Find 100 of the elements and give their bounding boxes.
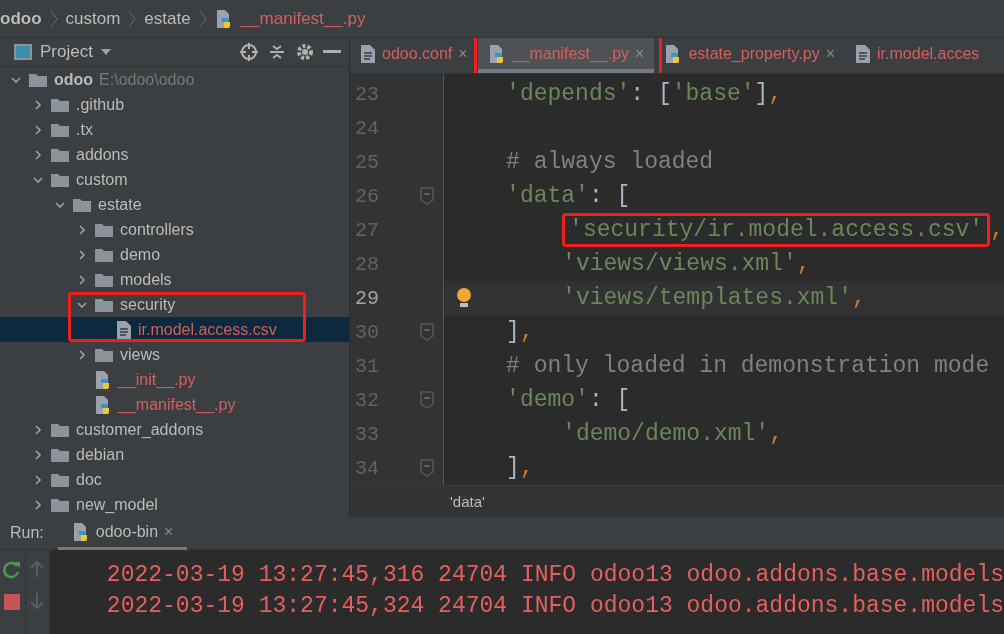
chevron-right-icon bbox=[49, 9, 58, 28]
tree-item[interactable]: customer_addons bbox=[0, 417, 349, 442]
item-path: E:\odoo\odoo bbox=[99, 70, 195, 89]
close-icon[interactable]: × bbox=[164, 522, 174, 541]
folder-icon bbox=[50, 496, 70, 513]
stop-icon[interactable] bbox=[4, 594, 21, 610]
breadcrumb-item[interactable]: custom bbox=[65, 8, 121, 29]
run-label: Run: bbox=[10, 524, 44, 542]
close-icon[interactable]: × bbox=[825, 44, 836, 63]
chevron-right-icon[interactable] bbox=[76, 348, 88, 361]
item-label: .tx bbox=[76, 120, 93, 139]
chevron-right-icon[interactable] bbox=[76, 223, 88, 236]
item-label: __manifest__.py bbox=[118, 395, 236, 414]
folder-icon bbox=[28, 71, 48, 88]
code-line: # always loaded bbox=[506, 149, 714, 176]
settings-icon[interactable] bbox=[295, 42, 315, 62]
item-label: odoo bbox=[54, 70, 94, 89]
tree-item[interactable]: models bbox=[0, 267, 349, 292]
tree-item[interactable]: views bbox=[0, 342, 349, 367]
close-icon[interactable]: × bbox=[458, 44, 468, 63]
item-label: __init__.py bbox=[118, 370, 196, 389]
item-label: ir.model.access.csv bbox=[138, 320, 277, 339]
tree-item[interactable]: security bbox=[0, 292, 349, 317]
lightbulb-icon[interactable] bbox=[456, 287, 472, 310]
text-file-icon bbox=[360, 43, 376, 64]
collapse-icon[interactable] bbox=[267, 42, 287, 62]
chevron-right-icon[interactable] bbox=[32, 473, 44, 486]
tree-item[interactable]: __manifest__.py bbox=[0, 392, 349, 417]
python-file-icon bbox=[487, 43, 506, 64]
python-file-icon bbox=[214, 8, 233, 29]
tree-item[interactable]: estate bbox=[0, 192, 349, 217]
folder-icon bbox=[50, 171, 70, 188]
folder-icon bbox=[94, 246, 114, 263]
tree-item[interactable]: demo bbox=[0, 242, 349, 267]
editor-tab[interactable]: odoo.conf × bbox=[350, 38, 478, 74]
folder-icon bbox=[50, 471, 70, 488]
console-line: 2022-03-19 13:27:45,324 24704 INFO odoo13 odoo.addons.base.models bbox=[106, 593, 1004, 619]
crosshair-icon[interactable] bbox=[239, 42, 259, 62]
item-label: doc bbox=[76, 470, 102, 489]
breadcrumb-item[interactable]: 'data' bbox=[450, 493, 485, 511]
tree-item[interactable]: odoo E:\odoo\odoo bbox=[0, 67, 349, 92]
chevron-right-icon bbox=[198, 9, 207, 28]
tree-item[interactable]: addons bbox=[0, 142, 349, 167]
folder-icon bbox=[72, 196, 92, 213]
code-line: ], bbox=[506, 319, 534, 346]
tree-item[interactable]: .github bbox=[0, 92, 349, 117]
code-line: 'views/views.xml', bbox=[562, 251, 811, 278]
folder-icon bbox=[50, 446, 70, 463]
tree-item[interactable]: debian bbox=[0, 442, 349, 467]
folder-icon bbox=[50, 96, 70, 113]
item-label: new_model bbox=[76, 495, 158, 514]
folder-icon bbox=[50, 421, 70, 438]
item-label: addons bbox=[76, 145, 129, 164]
code-line: 'views/templates.xml', bbox=[562, 285, 866, 312]
item-label: customer_addons bbox=[76, 420, 204, 439]
chevron-right-icon[interactable] bbox=[76, 248, 88, 261]
item-label: custom bbox=[76, 170, 128, 189]
chevron-right-icon[interactable] bbox=[32, 98, 44, 111]
console-line: 2022-03-19 13:27:45,316 24704 INFO odoo13 odoo.addons.base.models bbox=[106, 562, 1004, 588]
tree-item[interactable]: __init__.py bbox=[0, 367, 349, 392]
python-file-icon bbox=[71, 521, 90, 542]
code-line: 'demo/demo.xml', bbox=[562, 421, 783, 448]
item-label: debian bbox=[76, 445, 125, 464]
chevron-right-icon[interactable] bbox=[32, 498, 44, 511]
item-label: views bbox=[120, 345, 160, 364]
tree-item[interactable]: new_model bbox=[0, 492, 349, 517]
item-label: security bbox=[120, 295, 176, 314]
code-line: 'data': [ bbox=[506, 183, 631, 210]
item-label: demo bbox=[120, 245, 161, 264]
editor-tab[interactable]: ir.model.acces bbox=[845, 38, 990, 74]
folder-icon bbox=[50, 121, 70, 138]
code-line: # only loaded in demonstration mode bbox=[506, 353, 990, 380]
editor-tab[interactable]: estate_property.py × bbox=[654, 38, 846, 74]
text-file-icon bbox=[116, 319, 132, 340]
folder-icon bbox=[50, 146, 70, 163]
breadcrumb-item[interactable]: odoo bbox=[0, 8, 42, 29]
python-file-icon bbox=[94, 394, 112, 415]
tree-item[interactable]: .tx bbox=[0, 117, 349, 142]
folder-icon bbox=[94, 346, 114, 363]
breadcrumb-item[interactable]: estate bbox=[144, 8, 191, 29]
window-icon bbox=[14, 44, 32, 60]
item-label: controllers bbox=[120, 220, 194, 239]
tree-item[interactable]: custom bbox=[0, 167, 349, 192]
chevron-right-icon[interactable] bbox=[32, 123, 44, 136]
chevron-right-icon[interactable] bbox=[32, 448, 44, 461]
item-label: estate bbox=[98, 195, 142, 214]
rerun-icon[interactable] bbox=[2, 560, 23, 580]
chevron-right-icon[interactable] bbox=[32, 423, 44, 436]
code-line: 'demo': [ bbox=[506, 387, 631, 414]
breadcrumb-item[interactable]: __manifest__.py bbox=[240, 8, 366, 29]
caret-icon[interactable] bbox=[100, 48, 111, 56]
code-line: 'depends': ['base'], bbox=[506, 81, 783, 108]
tree-item[interactable]: doc bbox=[0, 467, 349, 492]
minimize-icon[interactable] bbox=[323, 50, 341, 54]
tree-item[interactable]: controllers bbox=[0, 217, 349, 242]
text-file-icon bbox=[855, 43, 872, 64]
chevron-right-icon[interactable] bbox=[32, 148, 44, 161]
panel-title[interactable]: Project bbox=[40, 42, 93, 62]
chevron-right-icon[interactable] bbox=[76, 273, 88, 286]
folder-icon bbox=[94, 271, 114, 288]
